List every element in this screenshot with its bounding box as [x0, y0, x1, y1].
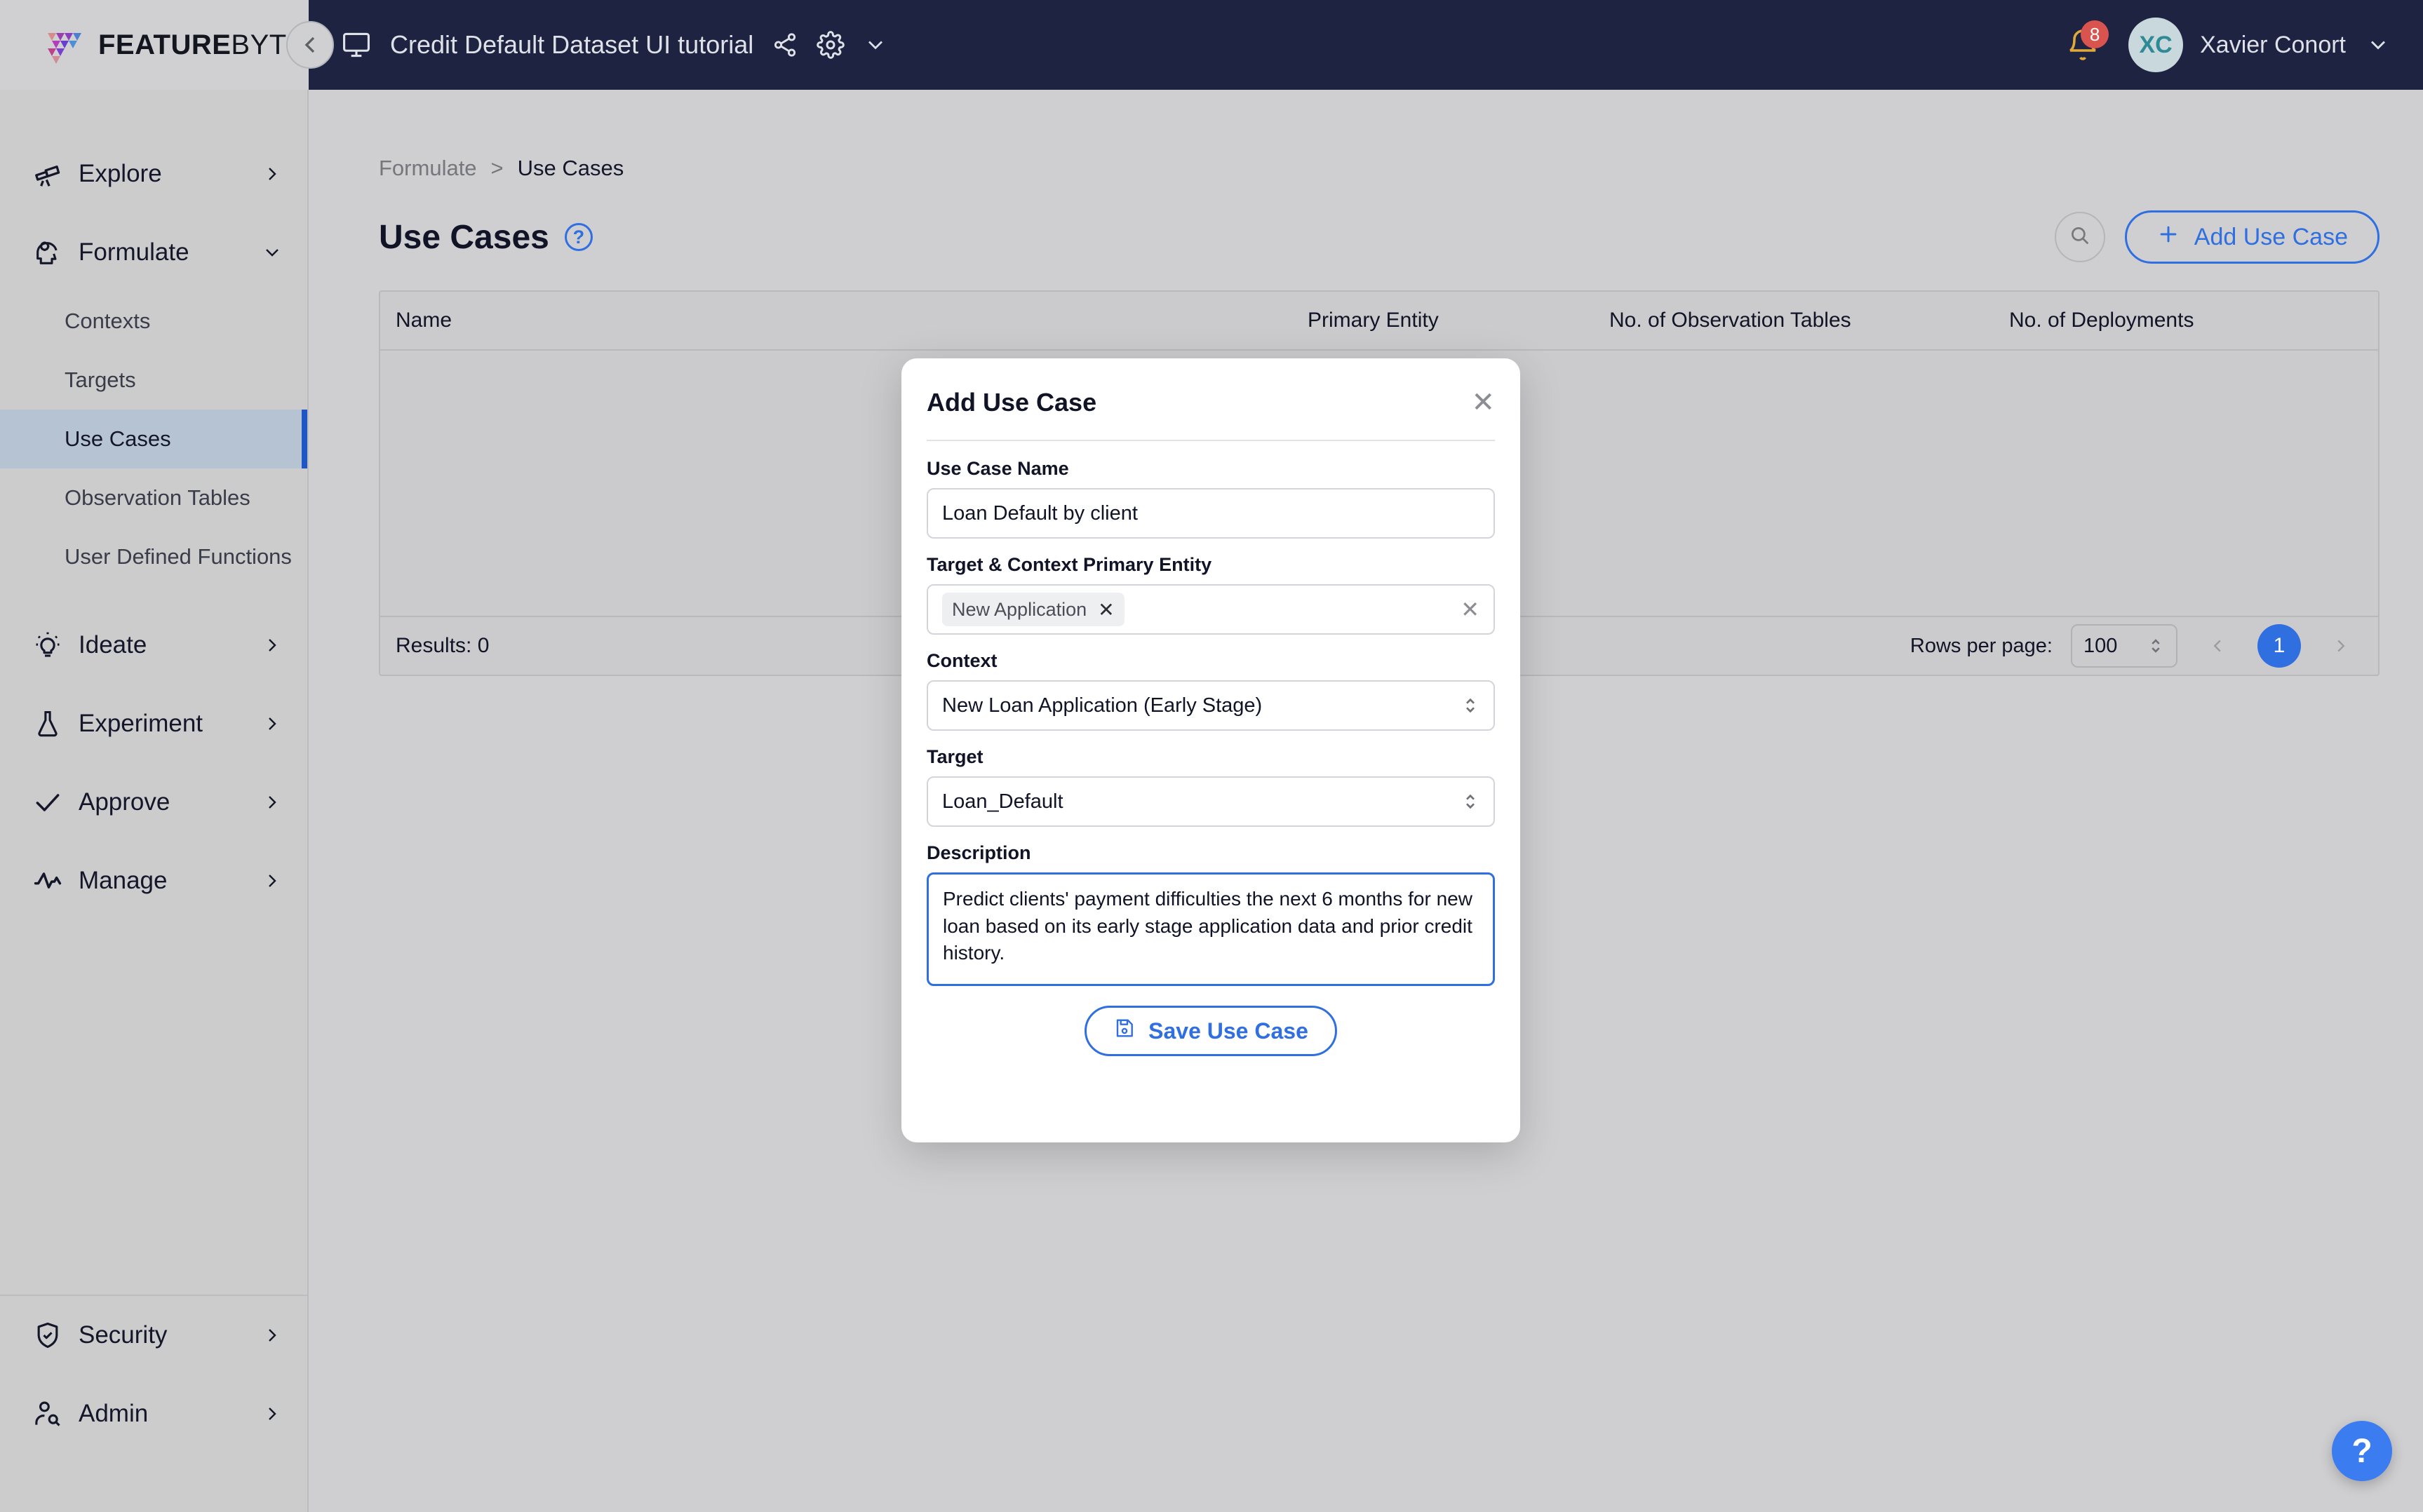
dialog-divider — [927, 440, 1495, 441]
field-target: Target Loan_Default — [927, 746, 1495, 827]
label-description: Description — [927, 842, 1031, 863]
field-primary-entity: Target & Context Primary Entity New Appl… — [927, 554, 1495, 635]
save-use-case-label: Save Use Case — [1148, 1018, 1308, 1044]
context-selected-value: New Loan Application (Early Stage) — [942, 694, 1263, 717]
dialog-actions: Save Use Case — [927, 1006, 1495, 1056]
label-use-case-name: Use Case Name — [927, 458, 1069, 479]
app-root: FEATUREBYTE Credit Default Dataset UI tu… — [0, 0, 2423, 1512]
modal-overlay: Add Use Case ✕ Use Case Name Loan Defaul… — [0, 0, 2423, 1512]
field-description: Description Predict clients' payment dif… — [927, 842, 1495, 986]
primary-entity-clear-close-icon[interactable]: ✕ — [1461, 596, 1479, 623]
dialog-header: Add Use Case ✕ — [927, 358, 1495, 431]
chevron-updown-icon — [1461, 691, 1479, 720]
close-icon[interactable]: ✕ — [1471, 389, 1495, 417]
field-use-case-name: Use Case Name Loan Default by client — [927, 458, 1495, 539]
description-textarea[interactable]: Predict clients' payment difficulties th… — [927, 872, 1495, 986]
label-context: Context — [927, 650, 998, 671]
primary-entity-input[interactable]: New Application ✕ ✕ — [927, 584, 1495, 635]
entity-chip[interactable]: New Application ✕ — [942, 593, 1125, 626]
save-use-case-button[interactable]: Save Use Case — [1085, 1006, 1337, 1056]
entity-chip-label: New Application — [952, 598, 1087, 620]
label-primary-entity: Target & Context Primary Entity — [927, 554, 1212, 575]
chevron-updown-icon — [1461, 788, 1479, 816]
floppy-disk-icon — [1113, 1017, 1136, 1045]
entity-chip-close-icon[interactable]: ✕ — [1098, 598, 1114, 621]
label-target: Target — [927, 746, 984, 767]
field-context: Context New Loan Application (Early Stag… — [927, 650, 1495, 731]
add-use-case-dialog: Add Use Case ✕ Use Case Name Loan Defaul… — [901, 358, 1520, 1142]
use-case-name-input[interactable]: Loan Default by client — [927, 488, 1495, 539]
target-selected-value: Loan_Default — [942, 790, 1063, 813]
context-select[interactable]: New Loan Application (Early Stage) — [927, 680, 1495, 731]
help-fab-question-mark-icon[interactable]: ? — [2332, 1421, 2392, 1481]
target-select[interactable]: Loan_Default — [927, 776, 1495, 827]
dialog-title: Add Use Case — [927, 388, 1097, 417]
